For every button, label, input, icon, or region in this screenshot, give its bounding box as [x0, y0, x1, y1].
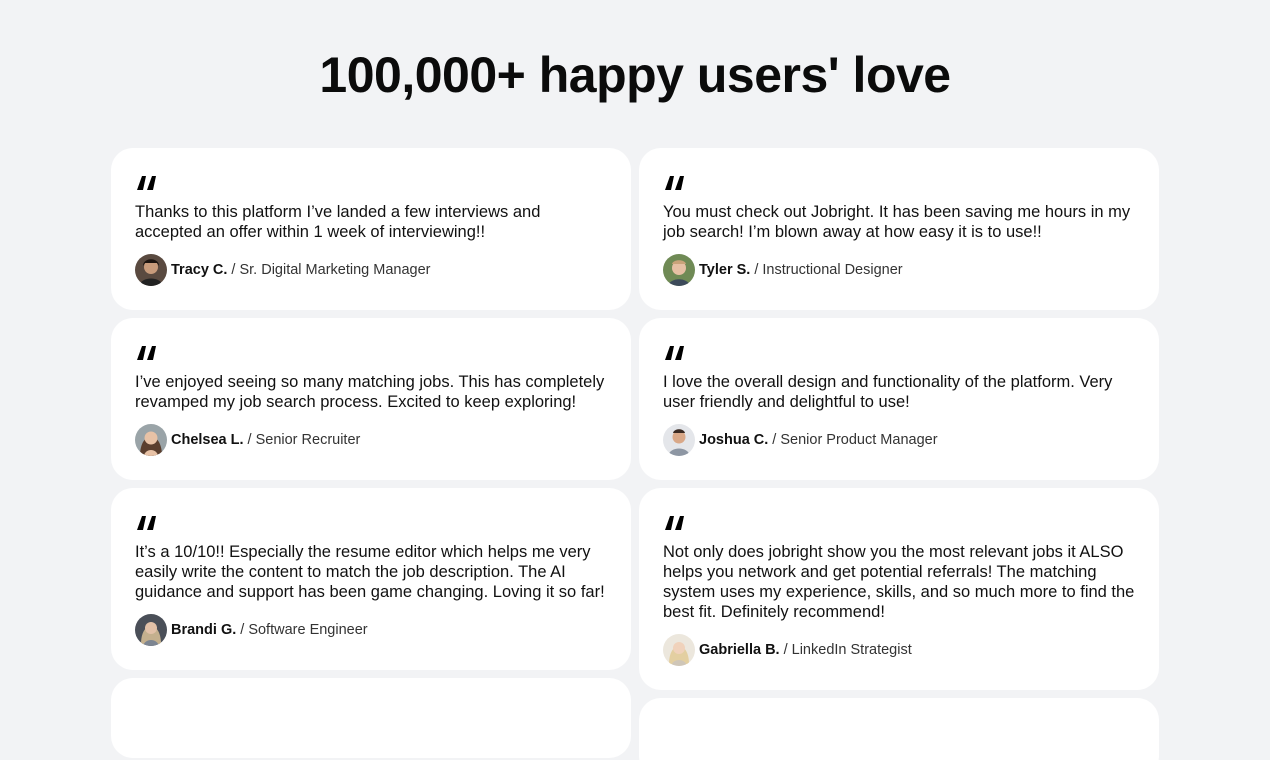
testimonial-author: Chelsea L. / Senior Recruiter — [135, 424, 607, 456]
testimonial-text: I’ve enjoyed seeing so many matching job… — [135, 373, 605, 411]
testimonial-card: I’ve enjoyed seeing so many matching job… — [111, 318, 631, 480]
testimonial-text: It’s a 10/10!! Especially the resume edi… — [135, 543, 605, 601]
author-name: Chelsea L. — [171, 432, 244, 448]
quote-icon — [663, 342, 1135, 368]
testimonial-card: It’s a 10/10!! Especially the resume edi… — [111, 488, 631, 670]
author-role: / Sr. Digital Marketing Manager — [231, 262, 431, 278]
quote-icon — [135, 172, 607, 198]
quote-icon — [663, 172, 1135, 198]
testimonial-card: Not only does jobright show you the most… — [639, 488, 1159, 690]
page-title: 100,000+ happy users' love — [319, 47, 951, 103]
testimonials-column-left: Thanks to this platform I’ve landed a fe… — [111, 148, 631, 758]
testimonial-text: Thanks to this platform I’ve landed a fe… — [135, 203, 541, 241]
testimonials-column-right: You must check out Jobright. It has been… — [639, 148, 1159, 760]
testimonial-card — [111, 678, 631, 758]
testimonial-card — [639, 698, 1159, 760]
testimonial-author: Gabriella B. / LinkedIn Strategist — [663, 634, 1135, 666]
author-name: Tracy C. — [171, 262, 228, 278]
testimonial-text: Not only does jobright show you the most… — [663, 543, 1135, 621]
quote-icon — [135, 342, 607, 368]
testimonial-text: I love the overall design and functional… — [663, 373, 1113, 411]
avatar — [135, 424, 167, 456]
testimonial-author: Tyler S. / Instructional Designer — [663, 254, 1135, 286]
quote-icon — [663, 512, 1135, 538]
testimonial-author: Joshua C. / Senior Product Manager — [663, 424, 1135, 456]
avatar — [135, 614, 167, 646]
author-name: Joshua C. — [699, 432, 769, 448]
author-role: / Senior Product Manager — [772, 432, 938, 448]
testimonial-text: You must check out Jobright. It has been… — [663, 203, 1131, 241]
author-role: / Senior Recruiter — [247, 432, 361, 448]
avatar — [663, 254, 695, 286]
avatar — [135, 254, 167, 286]
testimonial-card: I love the overall design and functional… — [639, 318, 1159, 480]
testimonial-author: Brandi G. / Software Engineer — [135, 614, 607, 646]
author-name: Gabriella B. — [699, 642, 780, 658]
author-name: Brandi G. — [171, 622, 237, 638]
testimonial-author: Tracy C. / Sr. Digital Marketing Manager — [135, 254, 607, 286]
avatar — [663, 424, 695, 456]
testimonial-card: Thanks to this platform I’ve landed a fe… — [111, 148, 631, 310]
author-role: / Instructional Designer — [754, 262, 903, 278]
quote-icon — [135, 512, 607, 538]
author-name: Tyler S. — [699, 262, 751, 278]
avatar — [663, 634, 695, 666]
testimonial-card: You must check out Jobright. It has been… — [639, 148, 1159, 310]
author-role: / LinkedIn Strategist — [783, 642, 912, 658]
author-role: / Software Engineer — [240, 622, 368, 638]
